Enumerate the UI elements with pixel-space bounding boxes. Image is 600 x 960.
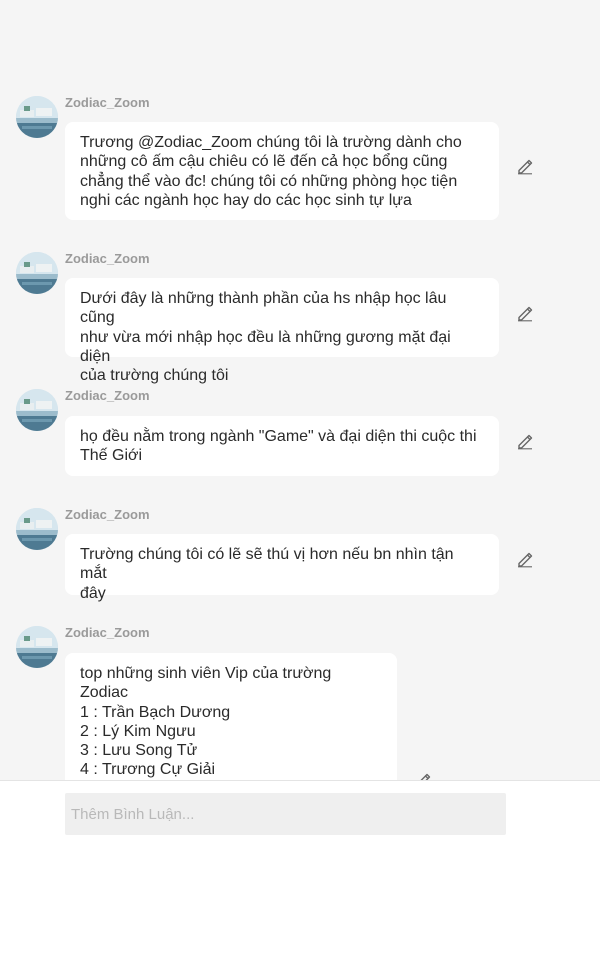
comment-list[interactable]: Zodiac_Zoom Trương @Zodiac_Zoom chúng tô… bbox=[0, 0, 600, 780]
comment-item: Zodiac_Zoom họ đều nằm trong ngành "Game… bbox=[0, 388, 600, 477]
landscape-avatar-icon bbox=[16, 96, 58, 138]
comment-username[interactable]: Zodiac_Zoom bbox=[65, 388, 150, 403]
comment-item: Zodiac_Zoom Trường chúng tôi có lẽ sẽ th… bbox=[0, 507, 600, 602]
landscape-avatar-icon bbox=[16, 252, 58, 294]
user-avatar[interactable] bbox=[16, 96, 58, 138]
landscape-avatar-icon bbox=[16, 626, 58, 668]
comment-item: Zodiac_Zoom Trương @Zodiac_Zoom chúng tô… bbox=[0, 95, 600, 221]
pencil-icon[interactable] bbox=[516, 550, 534, 568]
comment-text: họ đều nằm trong ngành "Game" và đại diệ… bbox=[65, 416, 499, 476]
add-comment-input[interactable] bbox=[65, 793, 506, 835]
comment-text: Dưới đây là những thành phần của hs nhập… bbox=[65, 278, 499, 384]
user-avatar[interactable] bbox=[16, 508, 58, 550]
landscape-avatar-icon bbox=[16, 508, 58, 550]
comments-screen: Zodiac_Zoom Trương @Zodiac_Zoom chúng tô… bbox=[0, 0, 600, 960]
comment-username[interactable]: Zodiac_Zoom bbox=[65, 251, 150, 266]
comment-username[interactable]: Zodiac_Zoom bbox=[65, 625, 150, 640]
user-avatar[interactable] bbox=[16, 252, 58, 294]
user-avatar[interactable] bbox=[16, 389, 58, 431]
comment-text: Trường chúng tôi có lẽ sẽ thú vị hơn nếu… bbox=[65, 534, 499, 602]
comment-item: Zodiac_Zoom top những sinh viên Vip của … bbox=[0, 625, 600, 780]
comment-text: Trương @Zodiac_Zoom chúng tôi là trường … bbox=[65, 122, 499, 220]
pencil-icon[interactable] bbox=[516, 304, 534, 322]
landscape-avatar-icon bbox=[16, 389, 58, 431]
comment-text: top những sinh viên Vip của trường Zodia… bbox=[65, 653, 397, 780]
comment-username[interactable]: Zodiac_Zoom bbox=[65, 507, 150, 522]
pencil-icon[interactable] bbox=[516, 432, 534, 450]
comment-username[interactable]: Zodiac_Zoom bbox=[65, 95, 150, 110]
pencil-icon[interactable] bbox=[516, 157, 534, 175]
comment-item: Zodiac_Zoom Dưới đây là những thành phần… bbox=[0, 251, 600, 384]
pencil-icon[interactable] bbox=[414, 771, 432, 780]
comment-composer bbox=[0, 780, 600, 960]
user-avatar[interactable] bbox=[16, 626, 58, 668]
